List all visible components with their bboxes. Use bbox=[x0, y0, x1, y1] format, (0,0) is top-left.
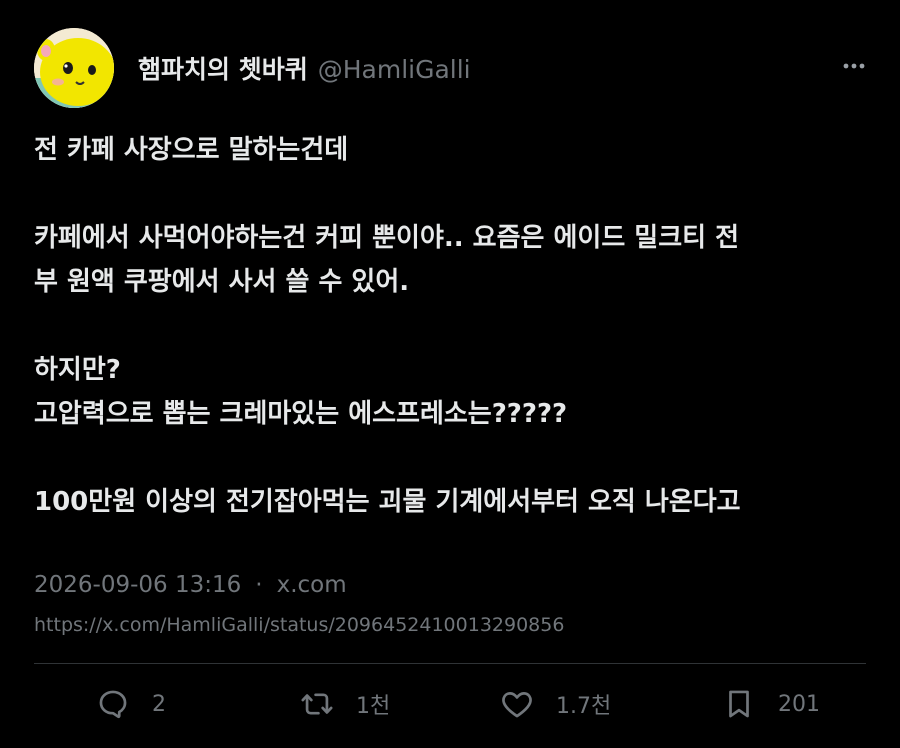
post-line: 고압력으로 뽑는 크레마있는 에스프레소는????? bbox=[34, 399, 568, 429]
like-button[interactable]: 1.7천 bbox=[500, 684, 611, 724]
more-options-button[interactable] bbox=[842, 54, 866, 78]
author-handle[interactable]: @HamliGalli bbox=[318, 55, 471, 84]
post-line bbox=[34, 436, 866, 480]
post-line: 하지만? bbox=[34, 355, 121, 385]
post-source[interactable]: x.com bbox=[277, 572, 347, 598]
post-meta: 2026-09-06 13:16 · x.com bbox=[34, 572, 347, 598]
reply-button[interactable]: 2 bbox=[96, 684, 166, 724]
post-url[interactable]: https://x.com/HamliGalli/status/20964524… bbox=[34, 614, 564, 636]
post-line bbox=[34, 304, 866, 348]
bookmark-icon bbox=[729, 690, 749, 718]
reply-count: 2 bbox=[152, 691, 166, 717]
repost-button[interactable]: 1천 bbox=[300, 684, 390, 724]
meta-separator: · bbox=[255, 572, 263, 598]
reply-icon bbox=[99, 690, 127, 719]
like-count: 1.7천 bbox=[556, 694, 612, 719]
bookmark-button[interactable]: 201 bbox=[722, 684, 820, 724]
author-names: 햄파치의 쳇바퀴 @HamliGalli bbox=[138, 50, 471, 86]
hamster-avatar-icon bbox=[34, 28, 114, 108]
author-display-name[interactable]: 햄파치의 쳇바퀴 bbox=[138, 50, 308, 86]
heart-icon bbox=[502, 692, 532, 718]
more-dots-icon bbox=[843, 63, 865, 69]
post-line: 카페에서 사먹어야하는건 커피 뿐이야.. 요즘은 에이드 밀크티 전 bbox=[34, 223, 740, 253]
post-line: 부 원액 쿠팡에서 사서 쓸 수 있어. bbox=[34, 267, 410, 297]
post-header: 햄파치의 쳇바퀴 @HamliGalli bbox=[34, 26, 870, 110]
post-timestamp[interactable]: 2026-09-06 13:16 bbox=[34, 572, 241, 598]
post-line: 전 카페 사장으로 말하는건데 bbox=[34, 135, 349, 165]
repost-count: 1천 bbox=[356, 694, 391, 719]
post-text: 전 카페 사장으로 말하는건데 카페에서 사먹어야하는건 커피 뿐이야.. 요즘… bbox=[34, 128, 866, 524]
bookmark-count: 201 bbox=[778, 691, 820, 717]
post-card: 햄파치의 쳇바퀴 @HamliGalli 전 카페 사장으로 말하는건데 카페에… bbox=[0, 0, 900, 748]
action-bar: 2 1천 1.7천 201 bbox=[34, 684, 866, 724]
divider bbox=[34, 663, 866, 664]
repost-icon bbox=[301, 693, 333, 715]
avatar[interactable] bbox=[34, 28, 114, 108]
post-line: 100만원 이상의 전기잡아먹는 괴물 기계에서부터 오직 나온다고 bbox=[34, 487, 741, 517]
post-line bbox=[34, 172, 866, 216]
